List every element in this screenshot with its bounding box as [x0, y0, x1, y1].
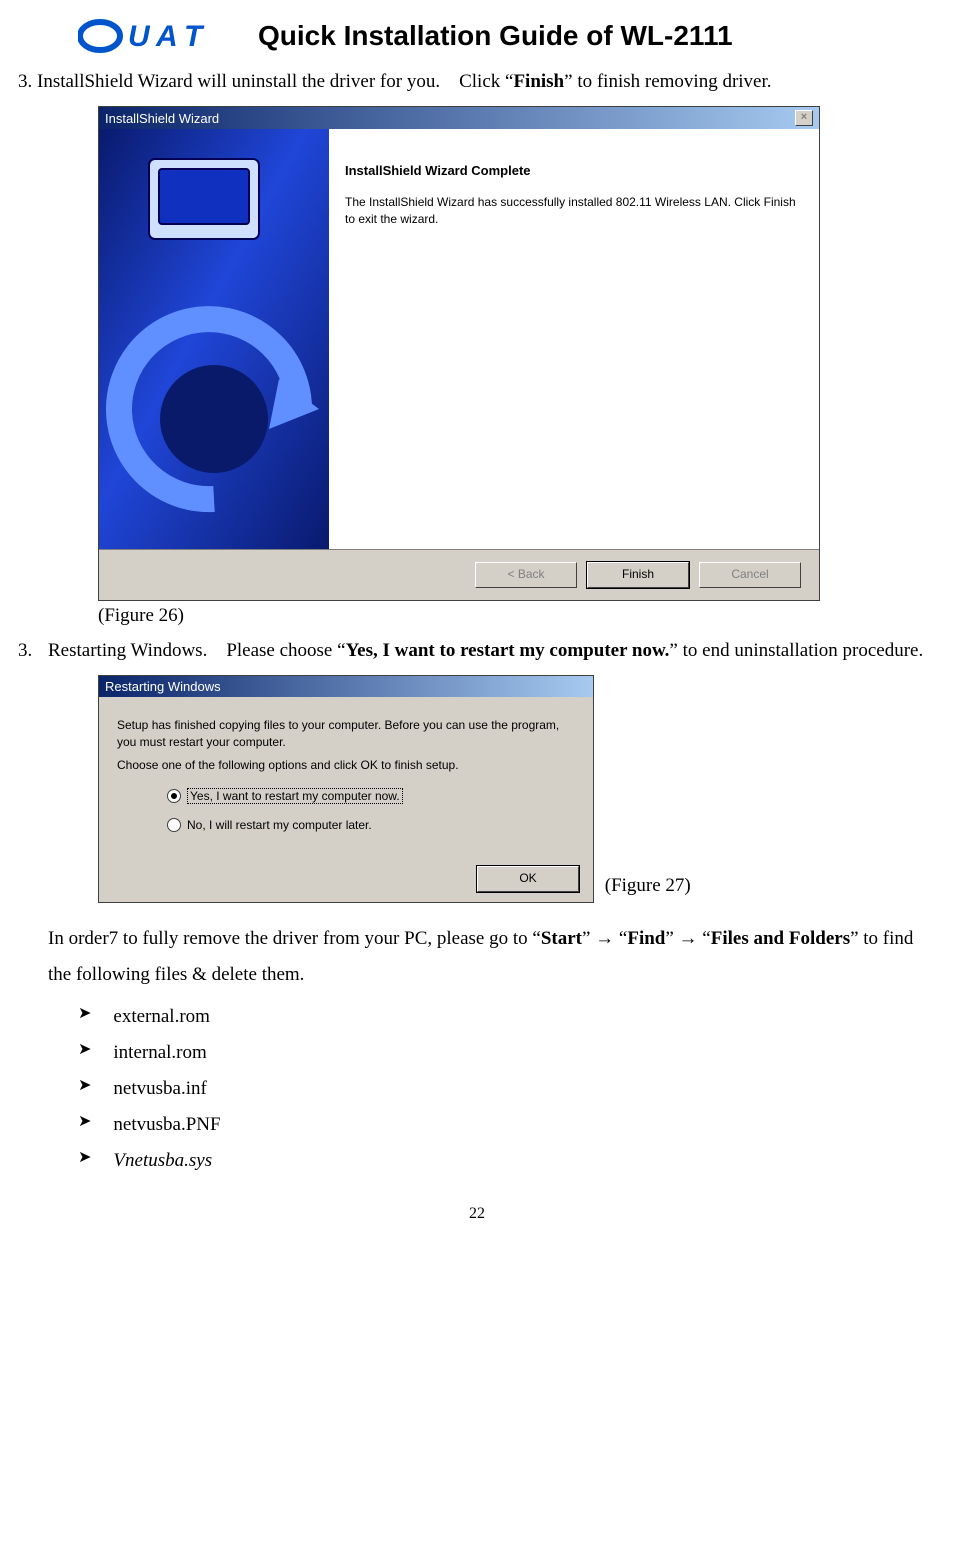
- figure-27-caption: (Figure 27): [605, 875, 691, 897]
- ok-button[interactable]: OK: [477, 866, 579, 892]
- window-body: InstallShield Wizard Complete The Instal…: [99, 129, 819, 549]
- radio-label: No, I will restart my computer later.: [187, 818, 372, 832]
- file-name: internal.rom: [113, 1035, 206, 1071]
- files-folders-bold: Files and Folders: [711, 928, 850, 949]
- chevron-right-icon: ➤: [78, 999, 91, 1035]
- text: Restarting Windows. Please choose “: [48, 640, 346, 661]
- figure-26-wrap: InstallShield Wizard ×: [98, 106, 936, 601]
- close-icon[interactable]: ×: [795, 110, 813, 126]
- installshield-window: InstallShield Wizard ×: [98, 106, 820, 601]
- list-number: 3.: [18, 633, 48, 669]
- radio-option-yes[interactable]: Yes, I want to restart my computer now.: [167, 788, 575, 804]
- window-button-bar: < Back Finish Cancel: [99, 549, 819, 600]
- file-name: external.rom: [113, 999, 210, 1035]
- list-item: ➤ external.rom: [78, 999, 936, 1035]
- finish-button[interactable]: Finish: [587, 562, 689, 588]
- removal-instruction: In order7 to fully remove the driver fro…: [48, 921, 936, 993]
- wizard-right-panel: InstallShield Wizard Complete The Instal…: [329, 129, 819, 549]
- uat-logo: U A T: [78, 18, 228, 54]
- chevron-right-icon: ➤: [78, 1035, 91, 1071]
- list-item: ➤ Vnetusba.sys: [78, 1143, 936, 1179]
- list-body: Restarting Windows. Please choose “Yes, …: [48, 633, 936, 669]
- text: In order7 to fully remove the driver fro…: [48, 928, 541, 949]
- text: ” → “: [582, 928, 627, 949]
- dialog-text-2: Choose one of the following options and …: [117, 757, 575, 774]
- chevron-right-icon: ➤: [78, 1071, 91, 1107]
- window-body: Setup has finished copying files to your…: [99, 697, 593, 857]
- text: ” → “: [665, 928, 710, 949]
- text: ” to finish removing driver.: [564, 71, 771, 92]
- back-button: < Back: [475, 562, 577, 588]
- start-bold: Start: [541, 928, 582, 949]
- window-titlebar: Restarting Windows: [99, 676, 593, 697]
- restart-bold: Yes, I want to restart my computer now.: [346, 640, 670, 661]
- chevron-right-icon: ➤: [78, 1143, 91, 1179]
- find-bold: Find: [627, 928, 665, 949]
- text: 3. InstallShield Wizard will uninstall t…: [18, 71, 513, 92]
- radio-icon[interactable]: [167, 789, 181, 803]
- file-name: netvusba.inf: [113, 1071, 206, 1107]
- svg-text:U: U: [128, 20, 151, 53]
- page-title: Quick Installation Guide of WL-2111: [258, 20, 733, 52]
- page-header: U A T Quick Installation Guide of WL-211…: [18, 18, 936, 54]
- restarting-window: Restarting Windows Setup has finished co…: [98, 675, 594, 902]
- window-title: InstallShield Wizard: [105, 111, 219, 126]
- cancel-button: Cancel: [699, 562, 801, 588]
- list-item: ➤ netvusba.PNF: [78, 1107, 936, 1143]
- text: ” to end uninstallation procedure.: [669, 640, 923, 661]
- dialog-text-1: Setup has finished copying files to your…: [117, 717, 575, 751]
- svg-text:T: T: [184, 20, 205, 53]
- file-list: ➤ external.rom ➤ internal.rom ➤ netvusba.in…: [78, 999, 936, 1179]
- step3-uninstall-text: 3. InstallShield Wizard will uninstall t…: [18, 64, 936, 100]
- wizard-side-graphic: [99, 129, 329, 549]
- figure-26-caption: (Figure 26): [98, 605, 936, 627]
- window-titlebar: InstallShield Wizard ×: [99, 107, 819, 129]
- finish-bold: Finish: [513, 71, 564, 92]
- window-title: Restarting Windows: [105, 679, 221, 694]
- file-name: netvusba.PNF: [113, 1107, 220, 1143]
- window-button-bar: OK: [99, 858, 593, 902]
- page-number: 22: [18, 1205, 936, 1223]
- radio-label: Yes, I want to restart my computer now.: [187, 788, 403, 804]
- wizard-heading: InstallShield Wizard Complete: [345, 163, 803, 178]
- chevron-right-icon: ➤: [78, 1107, 91, 1143]
- file-name: Vnetusba.sys: [113, 1143, 212, 1179]
- figure-27-wrap: Restarting Windows Setup has finished co…: [98, 675, 594, 902]
- wizard-body-text: The InstallShield Wizard has successfull…: [345, 194, 803, 228]
- svg-text:A: A: [155, 20, 178, 53]
- step3-restart-item: 3. Restarting Windows. Please choose “Ye…: [18, 633, 936, 669]
- radio-icon[interactable]: [167, 818, 181, 832]
- list-item: ➤ netvusba.inf: [78, 1071, 936, 1107]
- list-item: ➤ internal.rom: [78, 1035, 936, 1071]
- radio-option-no[interactable]: No, I will restart my computer later.: [167, 818, 575, 832]
